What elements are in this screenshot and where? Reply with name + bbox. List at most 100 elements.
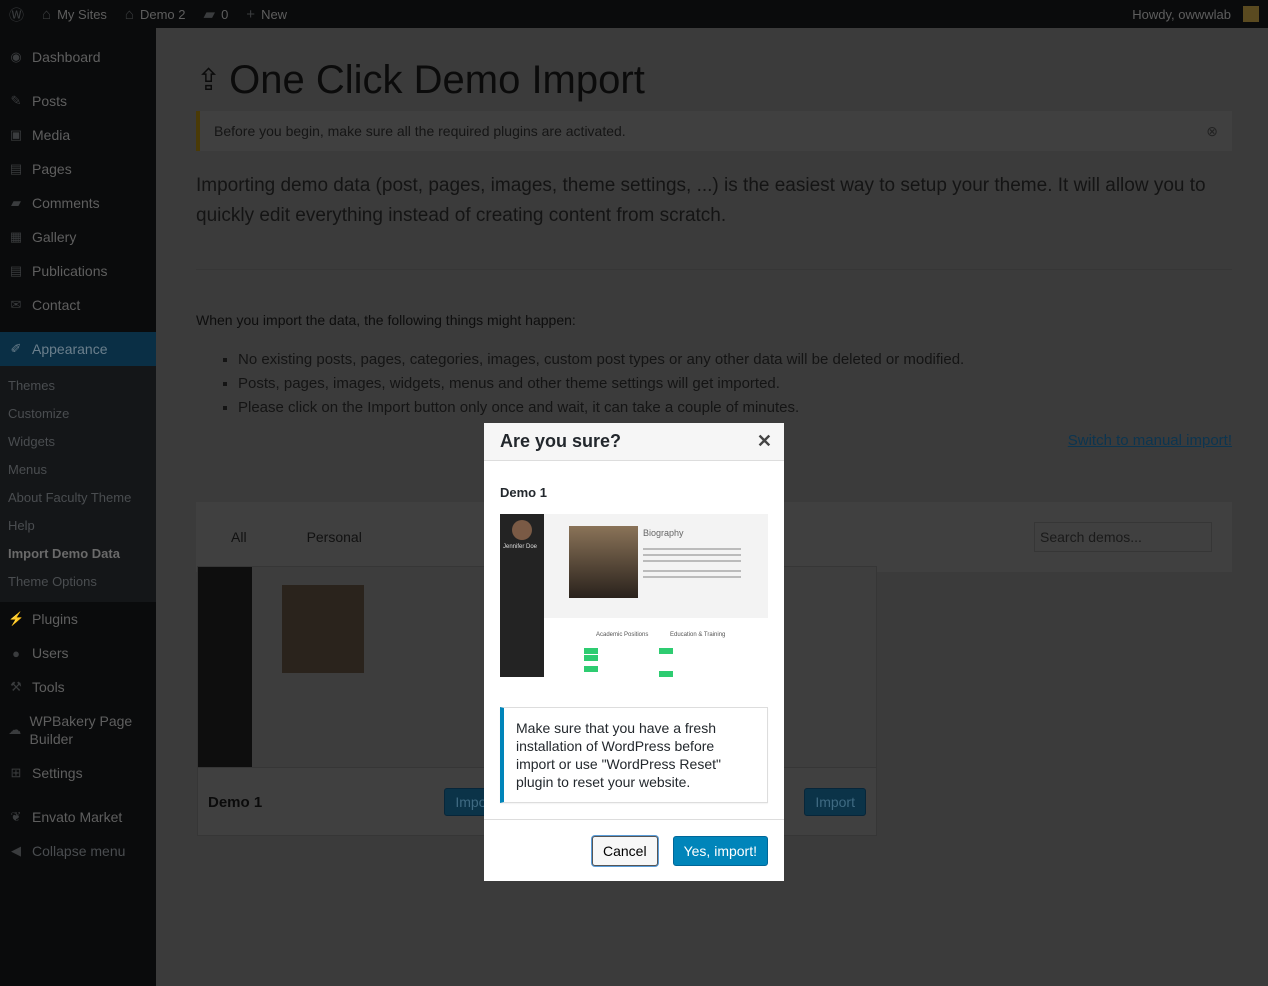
menu-label: Appearance [32,341,108,357]
comment-icon: ▰ [203,6,216,23]
menu-comments[interactable]: ▰ Comments [0,186,156,220]
plugin-icon: ⚡ [8,611,25,626]
my-sites-link[interactable]: ⌂ My Sites [33,0,116,28]
menu-label: Collapse menu [32,843,126,859]
menu-label: Contact [32,297,81,313]
import-button[interactable]: Import [804,788,866,816]
sites-icon: ⌂ [42,5,52,23]
menu-users[interactable]: ● Users [0,636,156,670]
menu-label: Media [32,127,71,143]
intro-text: Importing demo data (post, pages, images… [196,171,1232,270]
my-sites-label: My Sites [57,6,107,22]
menu-contact[interactable]: ✉ Contact [0,288,156,322]
appearance-submenu: Themes Customize Widgets Menus About Fac… [0,366,156,602]
confirm-import-button[interactable]: Yes, import! [672,835,768,866]
submenu-widgets[interactable]: Widgets [0,428,156,456]
menu-label: Envato Market [32,809,123,825]
menu-label: Pages [32,161,72,177]
settings-icon: ⊞ [10,765,22,780]
manual-import-link[interactable]: Switch to manual import! [1068,432,1232,449]
submenu-help[interactable]: Help [0,512,156,540]
menu-publications[interactable]: ▤ Publications [0,254,156,288]
menu-posts[interactable]: ✎ Posts [0,84,156,118]
comment-icon: ▰ [11,195,21,210]
menu-tools[interactable]: ⚒ Tools [0,670,156,704]
admin-sidebar: ◉ Dashboard ✎ Posts ▣ Media ▤ Pages ▰ Comment… [0,28,156,986]
menu-appearance[interactable]: ✐ Appearance [0,332,156,366]
preview-education: Education & Training [670,632,726,638]
collapse-menu[interactable]: ◀ Collapse menu [0,834,156,868]
preview-academic: Academic Positions [596,632,649,638]
dialog-title: Are you sure? [500,431,622,451]
pin-icon: ✎ [10,93,22,108]
submenu-import-demo[interactable]: Import Demo Data [0,540,156,568]
cancel-button[interactable]: Cancel [592,835,658,866]
menu-label: Users [32,645,69,661]
brush-icon: ✐ [10,341,22,356]
menu-label: WPBakery Page Builder [29,713,133,747]
demo-name: Demo 1 [208,793,263,811]
menu-settings[interactable]: ⊞ Settings [0,756,156,790]
account-menu[interactable]: Howdy, owwwlab [1123,0,1268,28]
menu-label: Gallery [32,229,77,245]
wordpress-icon: Ⓦ [9,6,25,24]
menu-label: Comments [32,195,100,211]
submenu-theme-options[interactable]: Theme Options [0,568,156,596]
howdy-label: Howdy, owwwlab [1132,6,1231,22]
menu-gallery[interactable]: ▦ Gallery [0,220,156,254]
plus-icon: + [246,5,256,23]
home-icon: ⌂ [124,5,134,23]
menu-media[interactable]: ▣ Media [0,118,156,152]
tab-personal[interactable]: Personal [292,502,377,572]
site-link[interactable]: ⌂ Demo 2 [116,0,195,28]
menu-label: Plugins [32,611,78,627]
close-icon[interactable]: ✕ [757,431,772,452]
upload-icon: ⇪ [196,64,222,97]
wrench-icon: ⚒ [10,679,22,694]
fresh-install-warning: Make sure that you have a fresh installa… [500,707,768,803]
tab-all[interactable]: All [216,502,262,572]
menu-dashboard[interactable]: ◉ Dashboard [0,40,156,74]
submenu-menus[interactable]: Menus [0,456,156,484]
demo-screenshot [198,567,516,767]
menu-plugins[interactable]: ⚡ Plugins [0,602,156,636]
list-item: No existing posts, pages, categories, im… [238,348,1232,372]
comments-link[interactable]: ▰ 0 [195,0,238,28]
demo-card: Demo 1 Import [197,566,517,836]
submenu-themes[interactable]: Themes [0,372,156,400]
when-text: When you import the data, the following … [196,312,576,328]
search-demos-input[interactable] [1034,522,1212,552]
menu-envato[interactable]: ❦ Envato Market [0,800,156,834]
menu-label: Tools [32,679,65,695]
demo-preview-image: Jennifer Doe Biography Academic Position… [500,514,768,677]
title-text: One Click Demo Import [229,58,645,102]
avatar [1243,6,1259,22]
menu-label: Settings [32,765,83,781]
envato-icon: ❦ [10,809,22,824]
list-item: Posts, pages, images, widgets, menus and… [238,372,1232,396]
menu-pages[interactable]: ▤ Pages [0,152,156,186]
page-title: ⇪ One Click Demo Import [196,58,1232,103]
user-icon: ● [12,645,20,661]
menu-label: Publications [32,263,108,279]
menu-label: Dashboard [32,49,101,65]
dashboard-icon: ◉ [10,49,22,64]
wordpress-logo[interactable]: Ⓦ [0,0,33,28]
notice-text: Before you begin, make sure all the requ… [214,123,626,139]
dismiss-icon[interactable]: ⊗ [1206,123,1218,140]
menu-label: Posts [32,93,68,109]
new-link[interactable]: + New [237,0,296,28]
new-label: New [261,6,288,22]
comments-count: 0 [221,6,229,22]
collapse-icon: ◀ [11,843,21,858]
list-item: Please click on the Import button only o… [238,396,1232,420]
submenu-about-theme[interactable]: About Faculty Theme [0,484,156,512]
publications-icon: ▤ [9,263,23,278]
preview-name: Jennifer Doe [503,544,538,550]
menu-wpbakery[interactable]: ☁ WPBakery Page Builder [0,704,156,756]
submenu-customize[interactable]: Customize [0,400,156,428]
admin-bar: Ⓦ ⌂ My Sites ⌂ Demo 2 ▰ 0 + New Howdy, owwwl… [0,0,1268,28]
site-label: Demo 2 [139,6,186,22]
confirm-import-dialog: Are you sure? ✕ Demo 1 Jennifer Doe Biogr… [484,423,784,881]
pages-icon: ▤ [9,161,23,176]
